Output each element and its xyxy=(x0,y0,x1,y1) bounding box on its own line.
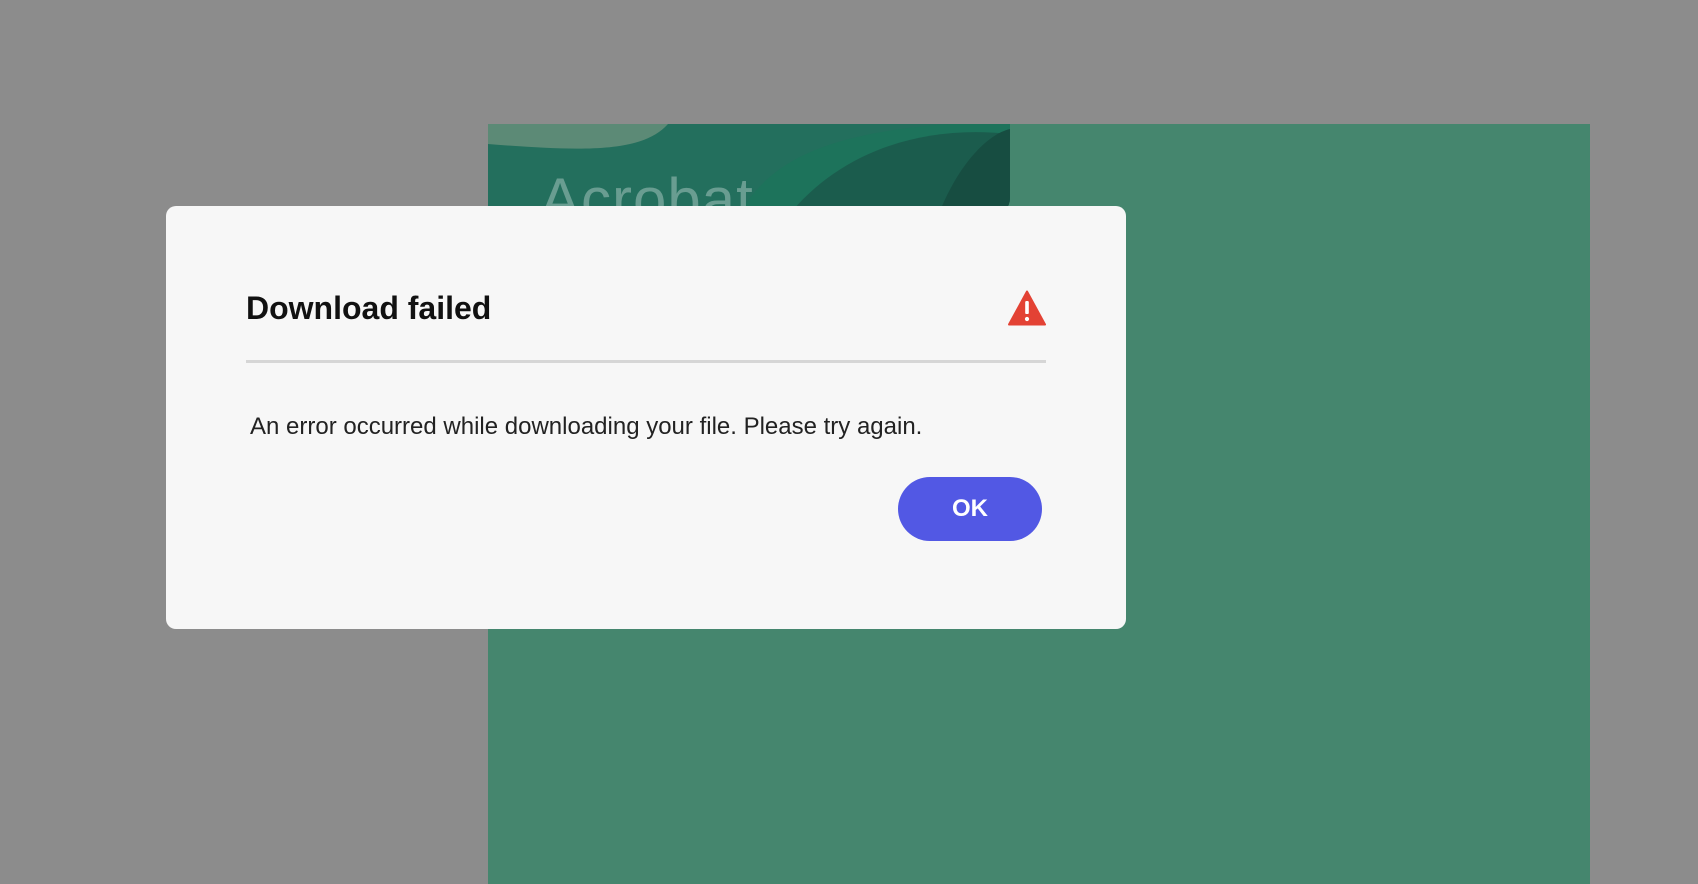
error-dialog: Download failed An error occurred while … xyxy=(166,206,1126,629)
dialog-title: Download failed xyxy=(246,290,492,326)
dialog-divider xyxy=(246,360,1046,363)
ok-button[interactable]: OK xyxy=(898,477,1042,541)
dialog-header: Download failed xyxy=(246,286,1046,330)
dialog-message: An error occurred while downloading your… xyxy=(250,413,923,440)
dialog-actions: OK xyxy=(246,477,1046,541)
warning-icon xyxy=(1008,290,1046,326)
